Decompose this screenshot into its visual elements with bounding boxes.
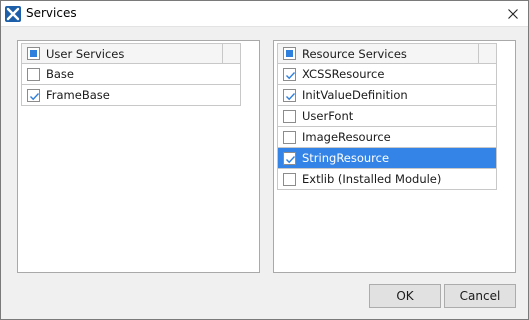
close-icon[interactable] bbox=[502, 4, 524, 24]
list-item-framebase[interactable]: FrameBase bbox=[22, 85, 241, 106]
select-all-user-services-checkbox[interactable] bbox=[27, 47, 40, 60]
window-title: Services bbox=[26, 6, 77, 20]
list-item-imageresource[interactable]: ImageResource bbox=[278, 127, 497, 148]
user-services-list: User Services Base FrameBase bbox=[21, 43, 241, 106]
list-item-initvaluedefinition[interactable]: InitValueDefinition bbox=[278, 85, 497, 106]
framebase-checkbox[interactable] bbox=[27, 88, 40, 102]
user-services-panel: User Services Base FrameBase bbox=[17, 40, 260, 273]
app-icon bbox=[5, 6, 21, 22]
initvaluedefinition-checkbox[interactable] bbox=[283, 88, 296, 102]
resource-services-header-label: Resource Services bbox=[302, 46, 407, 61]
stringresource-checkbox[interactable] bbox=[283, 151, 296, 165]
title-bar[interactable]: Services bbox=[1, 1, 528, 27]
list-item-userfont[interactable]: UserFont bbox=[278, 106, 497, 127]
resource-services-panel: Resource Services XCSSResource InitValue… bbox=[273, 40, 516, 273]
list-item-label: FrameBase bbox=[46, 88, 110, 102]
select-all-resource-services-checkbox[interactable] bbox=[283, 47, 296, 60]
services-dialog: Services User Services Base FrameBase Re… bbox=[0, 0, 529, 320]
list-item-label: XCSSResource bbox=[302, 67, 385, 81]
list-item-label: StringResource bbox=[302, 151, 390, 165]
xcssresource-checkbox[interactable] bbox=[283, 67, 296, 81]
list-item-label: UserFont bbox=[302, 109, 354, 123]
user-services-header-label: User Services bbox=[46, 46, 125, 61]
userfont-checkbox[interactable] bbox=[283, 109, 296, 123]
resource-services-list: Resource Services XCSSResource InitValue… bbox=[277, 43, 497, 190]
user-services-header[interactable]: User Services bbox=[22, 43, 241, 64]
ok-button[interactable]: OK bbox=[369, 284, 441, 308]
resource-services-header[interactable]: Resource Services bbox=[278, 43, 497, 64]
list-item-label: Base bbox=[46, 67, 75, 81]
list-item-label: InitValueDefinition bbox=[302, 88, 408, 102]
list-item-stringresource[interactable]: StringResource bbox=[278, 148, 497, 169]
list-item-base[interactable]: Base bbox=[22, 64, 241, 85]
imageresource-checkbox[interactable] bbox=[283, 130, 296, 144]
cancel-button[interactable]: Cancel bbox=[444, 284, 516, 308]
base-checkbox[interactable] bbox=[27, 67, 40, 81]
list-item-xcssresource[interactable]: XCSSResource bbox=[278, 64, 497, 85]
list-item-extlib[interactable]: Extlib (Installed Module) bbox=[278, 169, 497, 190]
extlib-checkbox[interactable] bbox=[283, 172, 296, 186]
list-item-label: ImageResource bbox=[302, 130, 391, 144]
list-item-label: Extlib (Installed Module) bbox=[302, 172, 442, 186]
